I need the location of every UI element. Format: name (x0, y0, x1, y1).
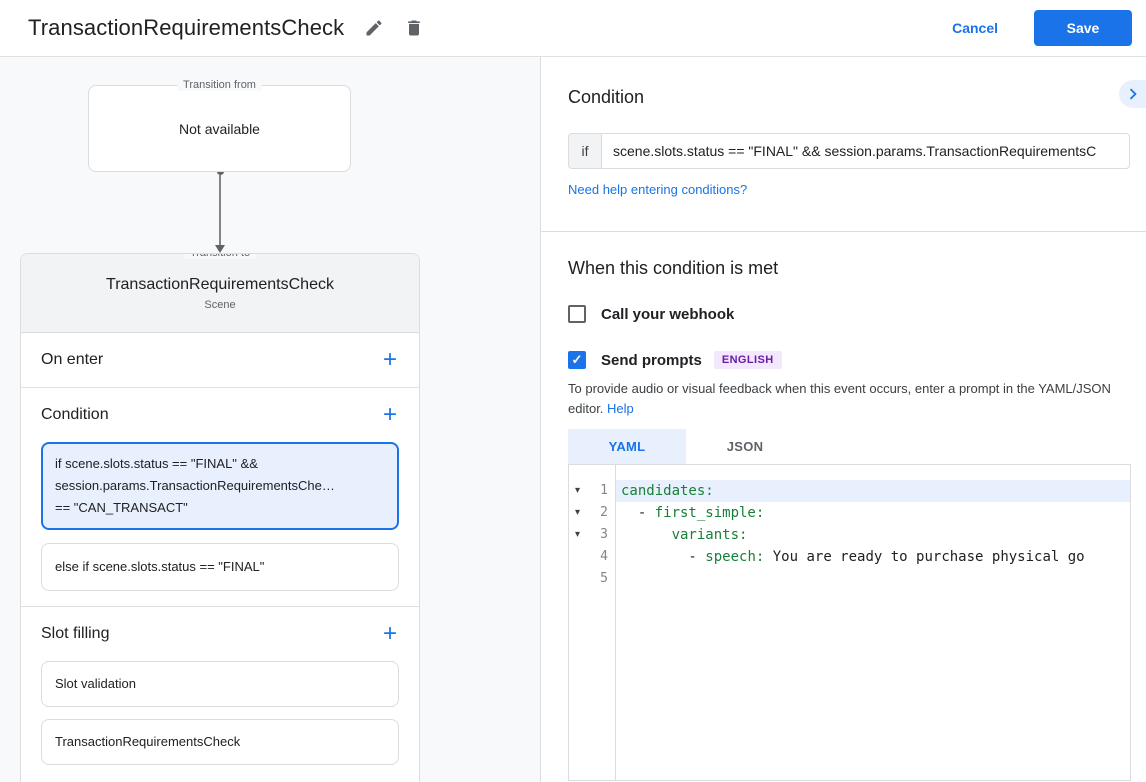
condition-item[interactable]: else if scene.slots.status == "FINAL" (41, 543, 399, 591)
transition-connector (213, 168, 227, 253)
when-met-heading: When this condition is met (568, 258, 779, 278)
code-line: variants: (616, 524, 1130, 546)
gutter-row: ▾ 2 (569, 502, 615, 524)
line-number: 5 (600, 571, 608, 586)
condition-detail-panel: Condition if Need help entering conditio… (541, 57, 1146, 782)
transition-from-label: Transition from (177, 79, 262, 91)
transition-from-value: Not available (179, 120, 260, 137)
code-token: candidates: (621, 483, 714, 499)
code-token: speech: (705, 549, 765, 565)
panel-divider (541, 231, 1146, 232)
gutter-row: ▾ 3 (569, 524, 615, 546)
slot-item-validation[interactable]: Slot validation (41, 661, 399, 707)
webhook-row: Call your webhook (568, 305, 1146, 323)
condition-item-line: session.params.TransactionRequirementsCh… (55, 478, 335, 493)
connector-arrowhead-icon (215, 245, 225, 253)
slot-item-transaction-check[interactable]: TransactionRequirementsCheck (41, 719, 399, 765)
scene-editor-page: TransactionRequirementsCheck Cancel Save… (0, 0, 1146, 782)
collapse-panel-button[interactable] (1119, 80, 1146, 108)
send-prompts-checkbox[interactable]: ✓ (568, 351, 586, 369)
line-number: 4 (600, 549, 608, 564)
add-condition-button[interactable]: + (381, 403, 399, 427)
condition-item-selected[interactable]: if scene.slots.status == "FINAL" && sess… (41, 442, 399, 530)
add-slot-button[interactable]: + (381, 622, 399, 646)
checkmark-icon: ✓ (571, 352, 583, 367)
edit-title-button[interactable] (354, 8, 394, 48)
delete-scene-button[interactable] (394, 8, 434, 48)
condition-item-line: if scene.slots.status == "FINAL" && (55, 456, 258, 471)
code-token: You are ready to purchase physical go (764, 549, 1085, 565)
scene-name: TransactionRequirementsCheck (106, 275, 334, 293)
transition-to-card: Transition to TransactionRequirementsChe… (20, 253, 420, 782)
chevron-right-icon (1122, 83, 1144, 105)
yaml-code-editor: ▾ 1 ▾ 2 ▾ 3 ▾ 4 (568, 464, 1131, 781)
condition-panel-heading: Condition (568, 87, 645, 107)
cancel-button[interactable]: Cancel (952, 20, 998, 36)
transition-to-label: Transition to (183, 254, 257, 259)
editor-code-area[interactable]: candidates: - first_simple: variants: - … (616, 465, 1130, 780)
tab-json[interactable]: JSON (686, 429, 804, 464)
line-number: 3 (600, 527, 608, 542)
prompt-help-body: To provide audio or visual feedback when… (568, 381, 1111, 416)
webhook-checkbox[interactable] (568, 305, 586, 323)
slot-filling-section-row: Slot filling + (21, 607, 419, 661)
webhook-label: Call your webhook (601, 305, 735, 323)
scene-type: Scene (204, 298, 236, 311)
save-button[interactable]: Save (1034, 10, 1132, 46)
fold-arrow-icon[interactable]: ▾ (569, 480, 586, 502)
code-token: variants: (671, 527, 748, 543)
prompt-help-link[interactable]: Help (607, 401, 634, 416)
condition-input-row: if (568, 133, 1130, 169)
code-token: - (621, 505, 655, 521)
gutter-row: ▾ 5 (569, 568, 615, 590)
line-number: 1 (600, 483, 608, 498)
code-line: - first_simple: (616, 502, 1130, 524)
gutter-row: ▾ 1 (569, 480, 615, 502)
scene-graph-canvas: Transition from Not available Transition… (0, 57, 541, 782)
on-enter-label: On enter (41, 351, 104, 368)
add-on-enter-button[interactable]: + (381, 348, 399, 372)
condition-item-line: == "CAN_TRANSACT" (55, 500, 188, 515)
on-enter-section-row: On enter + (21, 333, 419, 387)
condition-item-line: else if scene.slots.status == "FINAL" (55, 559, 265, 574)
editor-gutter: ▾ 1 ▾ 2 ▾ 3 ▾ 4 (569, 465, 616, 780)
top-bar: TransactionRequirementsCheck Cancel Save (0, 0, 1146, 57)
connector-line (219, 175, 221, 245)
code-line: candidates: (616, 480, 1130, 502)
code-line: - speech: You are ready to purchase phys… (616, 546, 1130, 568)
editor-tabs: YAML JSON (568, 429, 1146, 464)
send-prompts-label: Send prompts (601, 351, 702, 369)
slot-filling-label: Slot filling (41, 625, 110, 642)
language-badge: ENGLISH (713, 351, 782, 369)
condition-section-row: Condition + (21, 388, 419, 442)
fold-arrow-icon[interactable]: ▾ (569, 524, 586, 546)
tab-yaml[interactable]: YAML (568, 429, 686, 464)
condition-expression-input[interactable] (601, 133, 1130, 169)
content-area: Transition from Not available Transition… (0, 57, 1146, 782)
code-token: first_simple: (654, 505, 765, 521)
code-token: - (621, 549, 706, 565)
trash-icon (404, 18, 424, 38)
conditions-help-link[interactable]: Need help entering conditions? (568, 182, 747, 197)
transition-from-node: Transition from Not available (88, 79, 351, 172)
pencil-icon (364, 18, 384, 38)
fold-arrow-icon[interactable]: ▾ (569, 502, 586, 524)
if-label-chip: if (568, 133, 601, 169)
scene-card-header[interactable]: TransactionRequirementsCheck Scene (21, 254, 419, 333)
gutter-row: ▾ 4 (569, 546, 615, 568)
prompt-help-text: To provide audio or visual feedback when… (568, 379, 1133, 419)
line-number: 2 (600, 505, 608, 520)
page-title: TransactionRequirementsCheck (28, 15, 345, 40)
send-prompts-row: ✓ Send prompts ENGLISH (568, 351, 1146, 369)
condition-section-label: Condition (41, 406, 109, 423)
